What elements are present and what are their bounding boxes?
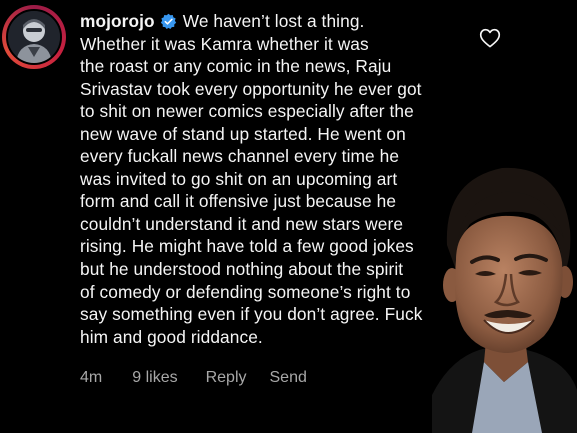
comment-line: form and call it offensive just because … — [80, 191, 397, 212]
comment-body: mojorojo We haven’t lost a thing. Whethe… — [80, 10, 460, 348]
avatar-image — [8, 11, 60, 63]
comment-line: every fuckall news channel every time he — [80, 146, 400, 167]
overlay-portrait-photo — [432, 167, 577, 433]
comment-line: but he understood nothing about the spir… — [80, 259, 404, 280]
username-link[interactable]: mojorojo — [80, 11, 155, 31]
verified-badge-icon — [160, 13, 176, 30]
comment-timestamp: 4m — [80, 369, 103, 386]
comment-line: Whether it was Kamra whether it was — [80, 33, 369, 54]
comment-text-first: We haven’t lost a thing. — [182, 11, 365, 31]
heart-icon[interactable] — [479, 28, 501, 48]
comment-line: rising. He might have told a few good jo… — [80, 236, 414, 257]
comment-line: to shit on newer comics especially after… — [80, 101, 414, 122]
comment-line: couldn’t understand it and new stars wer… — [80, 213, 404, 234]
avatar[interactable] — [6, 9, 62, 65]
comment-line: him and good riddance. — [80, 326, 263, 347]
comment-line: new wave of stand up started. He went on — [80, 123, 406, 144]
comment-line: of comedy or defending someone’s right t… — [80, 281, 411, 302]
send-button[interactable]: Send — [270, 369, 307, 387]
reply-button[interactable]: Reply — [206, 369, 247, 387]
likes-count-link[interactable]: 9 likes — [132, 369, 177, 387]
comment-line: say something even if you don’t agree. F… — [80, 304, 423, 325]
comment-meta: 4m 9 likes Reply Send — [80, 369, 307, 387]
comment-line: Srivastav took every opportunity he ever… — [80, 78, 422, 99]
comment-line: was invited to go shit on an upcoming ar… — [80, 168, 398, 189]
comment-line: mojorojo We haven’t lost a thing. — [80, 10, 460, 33]
comment-line: the roast or any comic in the news, Raju — [80, 56, 392, 77]
